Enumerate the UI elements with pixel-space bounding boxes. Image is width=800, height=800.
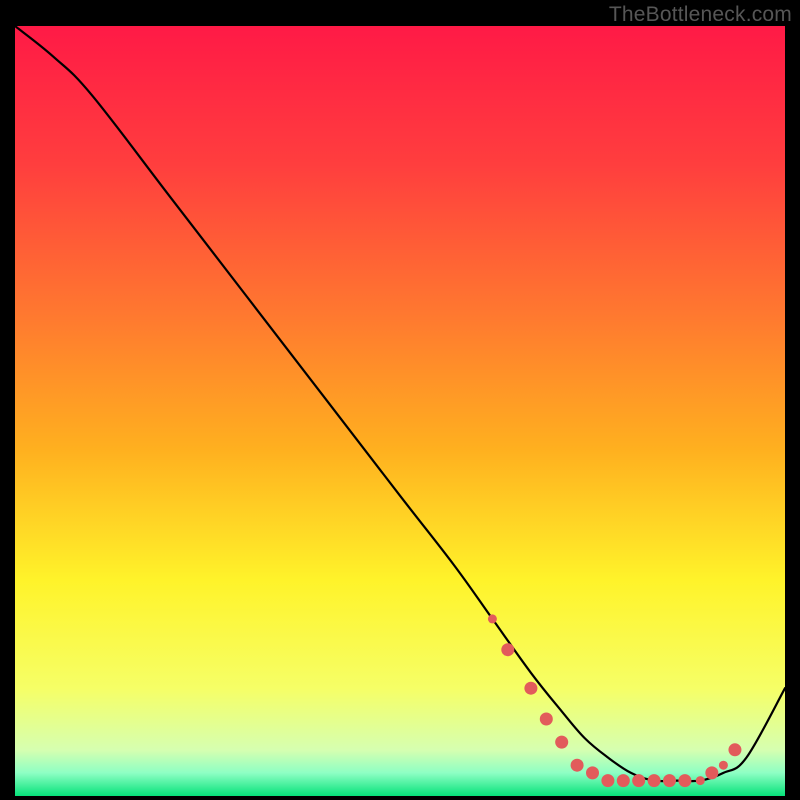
marker-dot <box>648 774 661 787</box>
marker-dot <box>719 761 728 770</box>
watermark-text: TheBottleneck.com <box>609 3 792 27</box>
marker-dot <box>601 774 614 787</box>
marker-dot <box>632 774 645 787</box>
marker-dot <box>728 743 741 756</box>
marker-dot <box>524 682 537 695</box>
gradient-background <box>15 26 785 796</box>
marker-dot <box>571 759 584 772</box>
marker-dot <box>617 774 630 787</box>
marker-dot <box>696 776 705 785</box>
marker-dot <box>555 736 568 749</box>
chart-stage: TheBottleneck.com <box>0 0 800 800</box>
marker-dot <box>705 766 718 779</box>
marker-dot <box>678 774 691 787</box>
marker-dot <box>663 774 676 787</box>
marker-dot <box>540 713 553 726</box>
marker-dot <box>488 614 497 623</box>
marker-dot <box>501 643 514 656</box>
marker-dot <box>586 766 599 779</box>
plot-area <box>15 26 785 796</box>
bottleneck-chart <box>15 26 785 796</box>
